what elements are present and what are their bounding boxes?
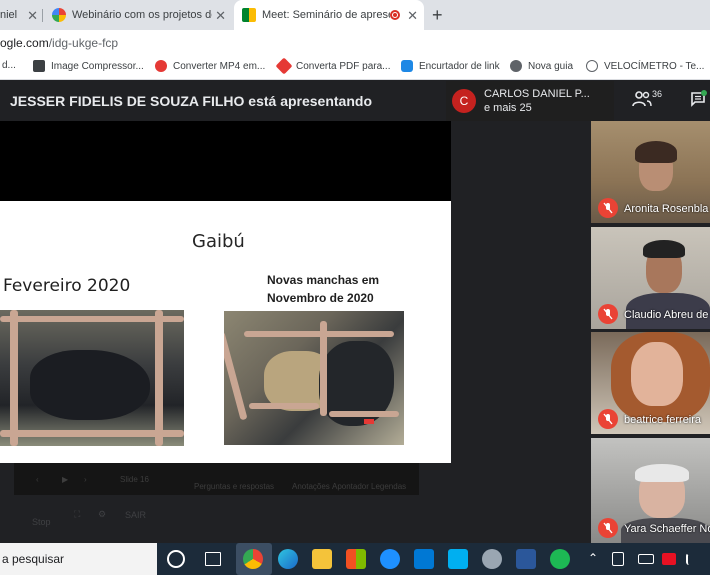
address-bar[interactable]: ogle.com/idg-ukge-fcp <box>0 30 710 55</box>
spotify-icon[interactable] <box>550 549 570 569</box>
edge-icon[interactable] <box>278 549 298 569</box>
notification-dot <box>701 90 707 96</box>
bookmark-item[interactable]: VELOCÍMETRO - Te... <box>586 60 704 72</box>
new-tab-icon[interactable]: + <box>432 5 443 26</box>
presentation-area: Gaibú Fevereiro 2020 Novas manchas em No… <box>0 121 451 463</box>
cortana-icon[interactable] <box>167 550 185 568</box>
participant-name: beatrice ferreira <box>624 414 702 426</box>
beach-photo-left <box>0 310 184 446</box>
tab-title: Meet: Seminário de apresent <box>262 9 390 21</box>
presenter-chip[interactable]: C CARLOS DANIEL P... e mais 25 <box>446 81 614 121</box>
participant-name: Yara Schaeffer No <box>624 523 710 535</box>
taskbar: a pesquisar ⌃ <box>0 543 710 575</box>
chrome-favicon-icon <box>52 8 66 22</box>
participant-tile[interactable]: Claudio Abreu de <box>591 227 710 329</box>
meet-favicon-icon <box>242 8 256 22</box>
beach-photo-right <box>224 311 404 445</box>
mic-off-icon <box>598 304 618 324</box>
exit-button[interactable]: SAIR <box>125 510 146 520</box>
heart-icon <box>275 57 293 75</box>
globe-icon[interactable] <box>482 549 502 569</box>
mic-off-icon <box>598 518 618 538</box>
tab-previous[interactable]: niel ✕ <box>0 0 42 30</box>
convert-icon <box>155 60 167 72</box>
taskbar-search-input[interactable]: a pesquisar <box>0 543 157 575</box>
captions-button[interactable]: Legendas <box>371 482 406 491</box>
chevron-up-icon[interactable]: ⌃ <box>588 551 598 565</box>
battery-icon[interactable] <box>638 554 654 564</box>
close-icon[interactable]: ✕ <box>407 8 418 24</box>
previous-slide-icon[interactable]: ‹ <box>36 475 39 484</box>
avatar: C <box>452 89 476 113</box>
search-text: a pesquisar <box>2 552 65 566</box>
tab-title: Webinário com os projetos do Ed <box>72 9 212 21</box>
participant-name: Aronita Rosenbla <box>624 203 709 215</box>
slide-controls-bar: ‹ ▶ › Slide 16 Perguntas e respostas Ano… <box>14 463 419 495</box>
tab-meet[interactable]: Meet: Seminário de apresent ✕ <box>234 0 424 30</box>
link-icon <box>401 60 413 72</box>
bookmarks-bar: d... Image Compressor... Converter MP4 e… <box>0 55 710 80</box>
mic-off-icon <box>598 198 618 218</box>
skype-icon[interactable] <box>448 549 468 569</box>
gear-icon[interactable]: ⚙ <box>98 509 106 520</box>
people-count: 36 <box>652 89 663 99</box>
participant-tile[interactable]: Aronita Rosenbla <box>591 121 710 223</box>
meet-top-controls: 36 <box>614 81 710 121</box>
questions-button[interactable]: Perguntas e respostas <box>194 482 274 491</box>
fullscreen-icon[interactable]: ⛶ <box>74 509 80 520</box>
bookmark-item[interactable]: Nova guia <box>510 60 573 72</box>
close-icon[interactable]: ✕ <box>215 8 226 24</box>
slide-right-caption: Novas manchas em Novembro de 2020 <box>267 273 380 305</box>
slide-selector[interactable]: Slide 16 <box>120 475 149 484</box>
store-icon[interactable] <box>346 549 366 569</box>
play-icon[interactable]: ▶ <box>62 475 68 484</box>
url-path: /idg-ukge-fcp <box>48 35 119 50</box>
tab-title: niel <box>0 9 18 21</box>
volume-icon[interactable] <box>686 553 700 565</box>
pointer-button[interactable]: Apontador <box>332 482 369 491</box>
participant-name: Claudio Abreu de <box>624 309 709 321</box>
next-slide-icon[interactable]: › <box>84 475 87 484</box>
mic-off-icon <box>598 409 618 429</box>
others-count: e mais 25 <box>484 102 532 114</box>
folder-icon[interactable] <box>312 549 332 569</box>
close-icon[interactable]: ✕ <box>27 8 38 24</box>
tab-webinario[interactable]: Webinário com os projetos do Ed ✕ <box>48 0 232 30</box>
bookmark-item[interactable]: Encurtador de link <box>401 60 500 72</box>
bookmark-item[interactable]: Image Compressor... <box>33 60 144 72</box>
word-icon[interactable] <box>516 549 536 569</box>
chrome-icon[interactable] <box>243 549 263 569</box>
recording-icon <box>390 10 400 20</box>
presenting-text: JESSER FIDELIS DE SOUZA FILHO está apres… <box>10 93 372 109</box>
stop-button[interactable]: Stop <box>32 517 51 527</box>
slide: Gaibú Fevereiro 2020 Novas manchas em No… <box>0 201 451 463</box>
speedometer-icon <box>586 60 598 72</box>
device-icon[interactable] <box>612 552 624 566</box>
url-host: ogle.com <box>0 35 49 50</box>
bookmark-item[interactable]: d... <box>2 60 16 71</box>
empty-stage <box>451 121 591 543</box>
participant-tile[interactable]: Yara Schaeffer No <box>591 438 710 543</box>
mail-icon[interactable] <box>414 549 434 569</box>
meet-bottom-bar: Stop ⛶ ⚙ SAIR <box>0 495 450 543</box>
presenter-name: CARLOS DANIEL P... <box>484 88 590 100</box>
bookmark-item[interactable]: Converta PDF para... <box>275 57 390 75</box>
globe-icon <box>510 60 522 72</box>
browser-tab-strip: niel ✕ Webinário com os projetos do Ed ✕… <box>0 0 710 30</box>
slide-left-caption: Fevereiro 2020 <box>3 276 131 296</box>
presenting-banner: JESSER FIDELIS DE SOUZA FILHO está apres… <box>0 81 450 121</box>
participant-tile[interactable]: beatrice ferreira <box>591 332 710 434</box>
slide-title: Gaibú <box>192 231 245 252</box>
image-icon <box>33 60 45 72</box>
annotations-button[interactable]: Anotações <box>292 482 330 491</box>
people-icon[interactable] <box>632 91 652 107</box>
bookmark-item[interactable]: Converter MP4 em... <box>155 60 265 72</box>
network-warning-icon[interactable] <box>662 553 676 565</box>
compass-icon[interactable] <box>380 549 400 569</box>
task-view-icon[interactable] <box>205 552 221 566</box>
